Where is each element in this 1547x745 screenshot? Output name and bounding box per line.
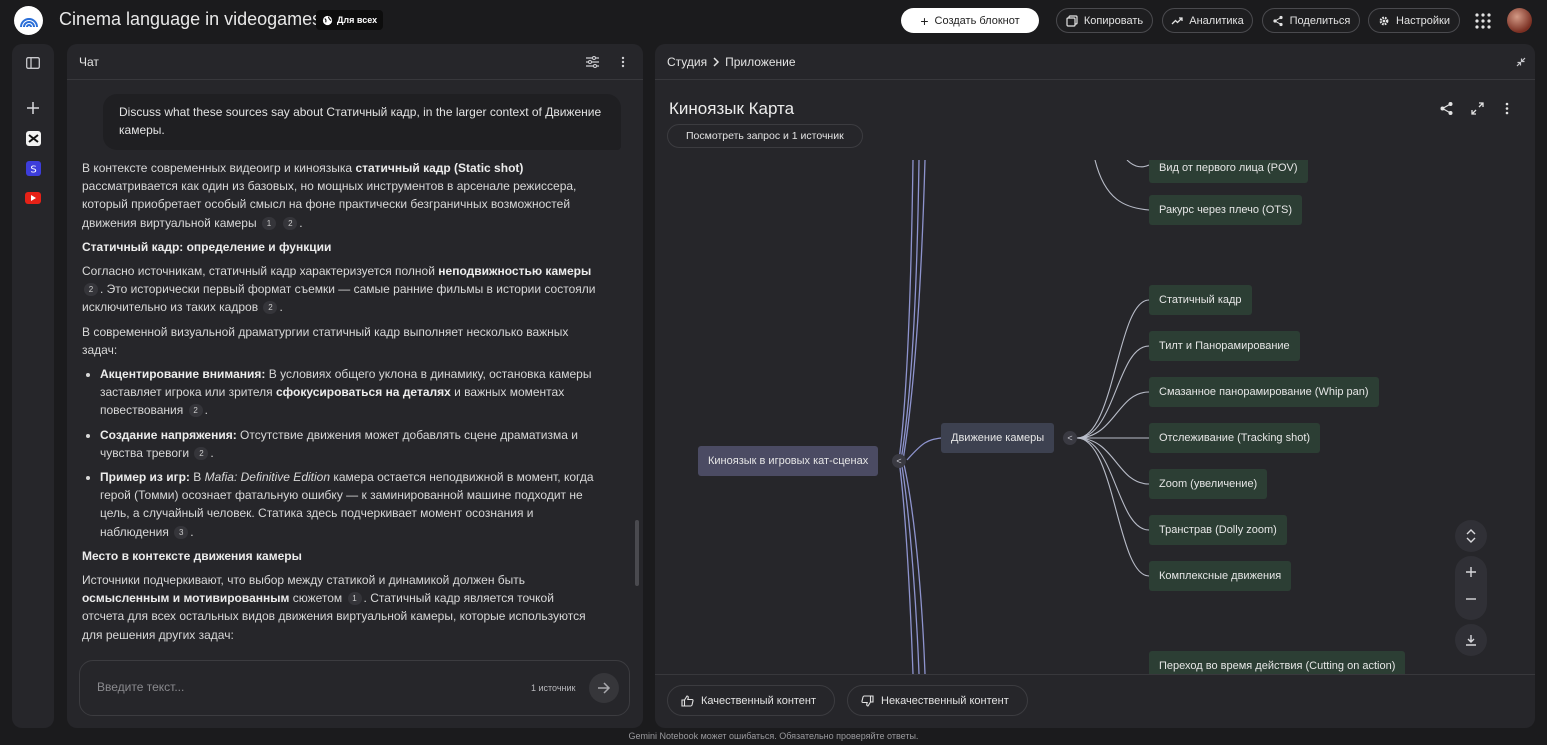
map-title: Киноязык Карта [669, 99, 795, 118]
chat-panel: Чат Discuss what these sources say about… [67, 44, 643, 728]
copy-button[interactable]: Копировать [1056, 8, 1153, 33]
s-source-icon[interactable]: S [25, 160, 41, 176]
breadcrumb-app: Приложение [725, 55, 796, 69]
collapse-toggle[interactable]: < [1063, 431, 1077, 445]
notebook-logo-icon[interactable] [14, 6, 43, 35]
visibility-label: Для всех [337, 15, 378, 25]
expand-all-button[interactable] [1455, 520, 1487, 552]
chat-composer: Введите текст... 1 источник [79, 660, 630, 716]
mindmap-node-pov[interactable]: Вид от первого лица (POV) [1149, 160, 1308, 183]
chat-scrollbar[interactable] [635, 520, 639, 586]
toggle-sidebar-icon[interactable] [25, 55, 41, 71]
chat-title: Чат [79, 55, 99, 69]
arrow-right-icon [598, 682, 611, 694]
response-paragraph: В современной визуальной драматургии ста… [82, 324, 569, 357]
citation-chip[interactable]: 2 [188, 404, 203, 418]
mindmap-node-whip-pan[interactable]: Смазанное панорамирование (Whip pan) [1149, 377, 1379, 407]
feedback-bar: Качественный контент Некачественный конт… [655, 674, 1535, 728]
download-icon [1466, 635, 1476, 646]
share-icon[interactable] [1439, 101, 1454, 116]
trending-up-icon [1171, 16, 1183, 24]
zoom-in-icon[interactable] [1465, 566, 1477, 578]
add-source-icon[interactable] [25, 100, 41, 116]
breadcrumb-studio[interactable]: Студия [667, 55, 707, 69]
mind-map[interactable]: Вид от первого лица (POV) Ракурс через п… [655, 160, 1535, 674]
citation-chip[interactable]: 2 [84, 283, 98, 297]
globe-icon [322, 15, 333, 25]
assistant-response: В контексте современных видеоигр и киноя… [82, 159, 597, 659]
response-paragraph: Источники подчеркивают, что выбор между … [82, 573, 586, 642]
collapse-toggle[interactable]: < [892, 454, 906, 468]
list-item: Пример из игр: В Mafia: Definitive Editi… [100, 468, 597, 541]
notebook-title[interactable]: Cinema language in videogames [59, 9, 321, 30]
mindmap-node-complex-moves[interactable]: Комплексные движения [1149, 561, 1292, 591]
user-avatar[interactable] [1507, 8, 1532, 33]
source-count: 1 источник [531, 683, 576, 693]
zoom-out-icon[interactable] [1465, 598, 1477, 600]
more-vert-icon[interactable] [621, 56, 625, 68]
svg-text:S: S [30, 164, 36, 175]
citation-chip[interactable]: 1 [347, 592, 362, 606]
citation-chip[interactable]: 1 [261, 216, 276, 230]
response-list: Акцентирование внимания: В условиях обще… [82, 365, 597, 541]
capcut-source-icon[interactable] [25, 130, 41, 146]
section-heading: Место в контексте движения камеры [82, 548, 302, 563]
chat-header: Чат [67, 44, 643, 80]
sources-rail: S [12, 44, 54, 728]
mindmap-node-camera-movement[interactable]: Движение камеры [941, 423, 1055, 453]
studio-header: Студия Приложение [655, 44, 1535, 80]
response-paragraph: В контексте современных видеоигр и киноя… [82, 161, 577, 230]
gear-icon [1379, 16, 1389, 25]
mindmap-node-dolly-zoom[interactable]: Транстрав (Dolly zoom) [1149, 515, 1287, 545]
mind-map-connectors [898, 160, 1150, 674]
plus-icon: + [920, 12, 929, 29]
share-icon [1273, 15, 1283, 26]
tune-icon[interactable] [586, 56, 599, 68]
citation-chip[interactable]: 2 [263, 301, 278, 315]
youtube-source-icon[interactable] [25, 190, 41, 206]
mindmap-node-tracking-shot[interactable]: Отслеживание (Tracking shot) [1149, 423, 1321, 453]
settings-button[interactable]: Настройки [1368, 8, 1460, 33]
breadcrumb: Студия Приложение [667, 55, 796, 69]
citation-chip[interactable]: 2 [194, 446, 209, 460]
chat-input[interactable]: Введите текст... [97, 680, 184, 694]
section-heading: Статичный кадр: определение и функции [82, 239, 332, 254]
view-query-button[interactable]: Посмотреть запрос и 1 источник [667, 124, 863, 148]
citation-chip[interactable]: 2 [283, 216, 298, 230]
good-content-button[interactable]: Качественный контент [667, 685, 836, 716]
copy-icon [1066, 14, 1078, 27]
unfold-icon [1466, 529, 1476, 543]
download-button[interactable] [1455, 624, 1487, 656]
fullscreen-icon[interactable] [1471, 102, 1484, 115]
citation-chip[interactable]: 3 [174, 525, 189, 539]
apps-grid-icon[interactable] [1474, 12, 1492, 30]
zoom-controls [1455, 556, 1487, 620]
analytics-button[interactable]: Аналитика [1162, 8, 1253, 33]
collapse-icon[interactable] [1516, 57, 1526, 67]
visibility-badge[interactable]: Для всех [316, 10, 384, 30]
more-vert-icon[interactable] [1505, 102, 1509, 115]
chevron-right-icon [713, 57, 720, 67]
send-button[interactable] [589, 673, 619, 703]
list-item: Акцентирование внимания: В условиях обще… [100, 365, 597, 420]
mindmap-node-tilt-pan[interactable]: Тилт и Панорамирование [1149, 331, 1300, 361]
list-item: Создание напряжения: Отсутствие движения… [100, 426, 597, 462]
mindmap-node-static-shot[interactable]: Статичный кадр [1149, 285, 1252, 315]
bad-content-button[interactable]: Некачественный контент [847, 685, 1028, 716]
thumbs-down-icon [861, 694, 874, 707]
mindmap-node-ots[interactable]: Ракурс через плечо (OTS) [1149, 195, 1302, 225]
disclaimer: Gemini Notebook может ошибаться. Обязате… [628, 731, 919, 741]
top-bar: Cinema language in videogames Для всех +… [0, 0, 1547, 42]
mindmap-node-cutting-on-action[interactable]: Переход во время действия (Cutting on ac… [1149, 651, 1406, 674]
user-message: Discuss what these sources say about Ста… [103, 94, 621, 150]
share-button[interactable]: Поделиться [1262, 8, 1360, 33]
create-notebook-button[interactable]: + Создать блокнот [901, 8, 1039, 33]
response-paragraph: Согласно источникам, статичный кадр хара… [82, 264, 596, 315]
mindmap-root-node[interactable]: Киноязык в игровых кат-сценах [698, 446, 879, 476]
studio-panel: Студия Приложение Киноязык Карта Посмотр… [655, 44, 1535, 728]
thumbs-up-icon [681, 694, 694, 707]
mindmap-node-zoom[interactable]: Zoom (увеличение) [1149, 469, 1268, 499]
